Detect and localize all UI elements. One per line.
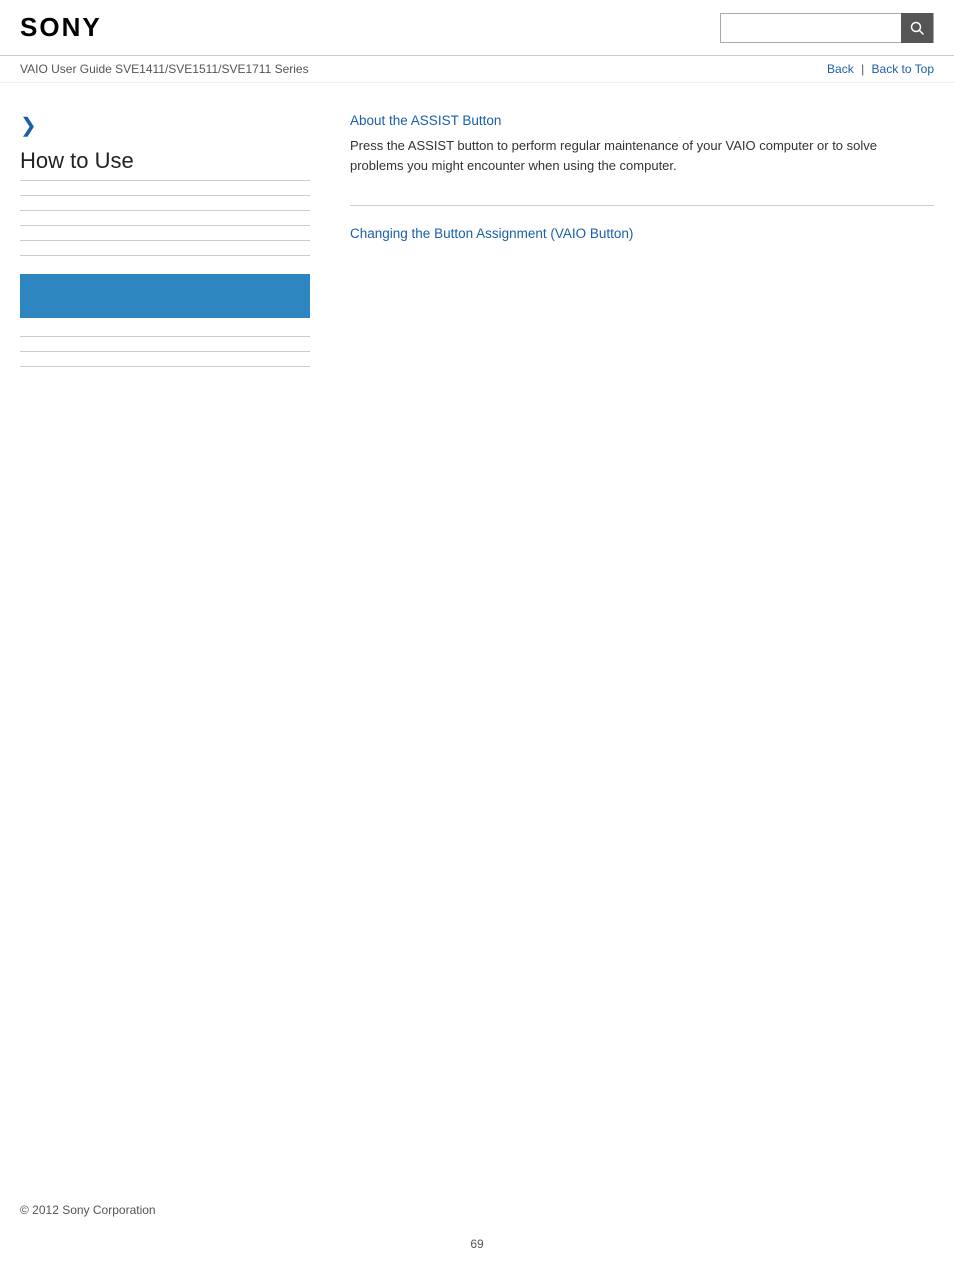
search-box xyxy=(720,13,934,43)
sidebar-divider-8 xyxy=(20,366,310,367)
sidebar-divider-3 xyxy=(20,225,310,226)
nav-separator: | xyxy=(861,62,867,76)
search-input[interactable] xyxy=(721,14,901,42)
sidebar-divider-6 xyxy=(20,336,310,337)
footer: © 2012 Sony Corporation xyxy=(0,1183,954,1227)
search-icon xyxy=(910,21,924,35)
header: SONY xyxy=(0,0,954,56)
article-divider xyxy=(350,205,934,206)
section-title: How to Use xyxy=(20,148,310,181)
article-button-assignment: Changing the Button Assignment (VAIO But… xyxy=(350,226,934,241)
sidebar-divider-5 xyxy=(20,255,310,256)
article-assist-button: About the ASSIST Button Press the ASSIST… xyxy=(350,113,934,175)
sidebar-divider-2 xyxy=(20,210,310,211)
sony-logo: SONY xyxy=(20,12,102,43)
page-number: 69 xyxy=(0,1227,954,1271)
content-wrapper: ❯ How to Use About the ASSIST Button Pre… xyxy=(0,83,954,1183)
sidebar-divider-4 xyxy=(20,240,310,241)
nav-links: Back | Back to Top xyxy=(827,62,934,76)
chevron-icon: ❯ xyxy=(20,113,310,138)
sidebar-highlight[interactable] xyxy=(20,274,310,318)
copyright-text: © 2012 Sony Corporation xyxy=(20,1203,156,1217)
back-to-top-link[interactable]: Back to Top xyxy=(872,62,934,76)
guide-title: VAIO User Guide SVE1411/SVE1511/SVE1711 … xyxy=(20,62,309,76)
back-link[interactable]: Back xyxy=(827,62,854,76)
sidebar-divider-1 xyxy=(20,195,310,196)
subheader: VAIO User Guide SVE1411/SVE1511/SVE1711 … xyxy=(0,56,954,83)
assist-button-link[interactable]: About the ASSIST Button xyxy=(350,113,501,128)
main-content: About the ASSIST Button Press the ASSIST… xyxy=(330,103,934,1183)
button-assignment-link[interactable]: Changing the Button Assignment (VAIO But… xyxy=(350,226,633,241)
search-button[interactable] xyxy=(901,13,933,43)
assist-button-desc: Press the ASSIST button to perform regul… xyxy=(350,136,934,175)
sidebar: ❯ How to Use xyxy=(20,103,330,1183)
sidebar-divider-7 xyxy=(20,351,310,352)
